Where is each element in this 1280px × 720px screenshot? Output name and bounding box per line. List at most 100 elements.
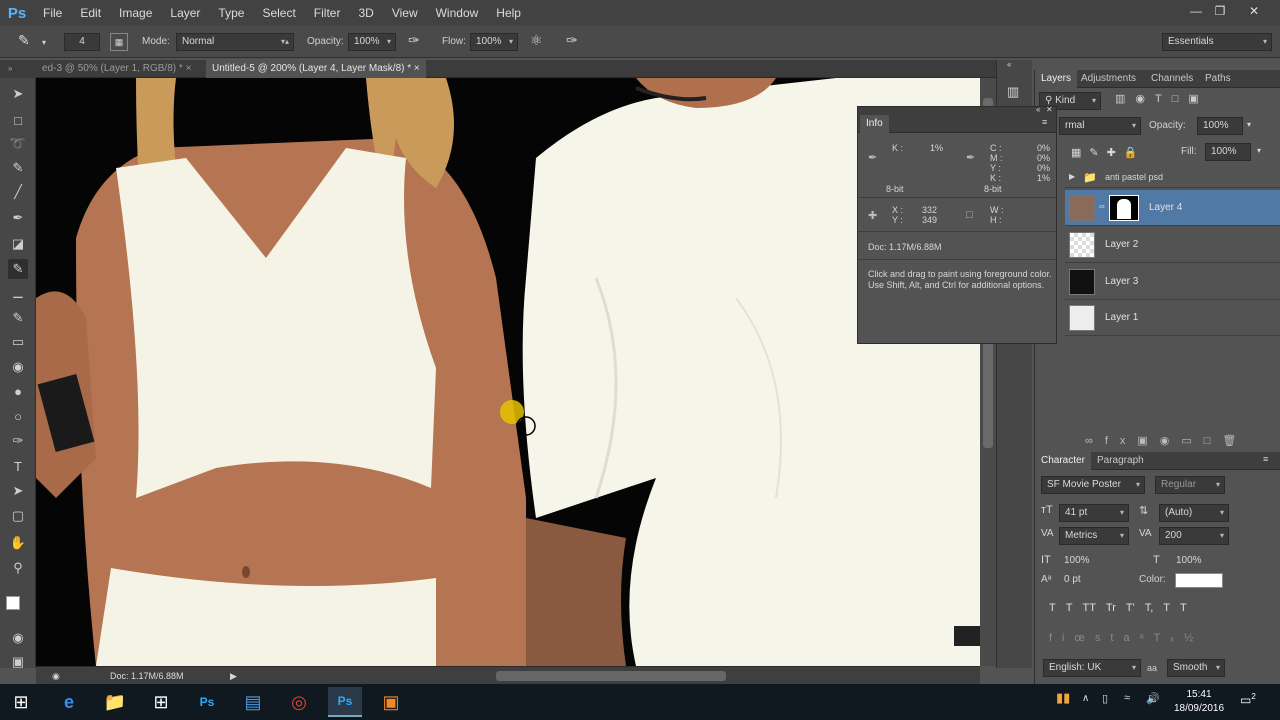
type-style-button[interactable]: Tr (1106, 602, 1116, 614)
brush-size-picker[interactable]: 4 (64, 33, 100, 51)
restore-icon[interactable]: ❐ (1206, 0, 1234, 22)
quick-select-tool-icon[interactable]: ✎ (8, 158, 28, 178)
expand-arrow-icon[interactable]: ▶ (1069, 172, 1075, 181)
type-style-button[interactable]: T (1049, 602, 1056, 614)
panel-menu-icon[interactable]: ≡ (1042, 117, 1047, 127)
quick-mask-icon[interactable]: ◉ (8, 628, 28, 648)
photoshop-active-icon[interactable]: Ps (328, 687, 362, 717)
tab-channels[interactable]: Channels (1151, 70, 1193, 88)
brush-panel-icon[interactable]: ▦ (110, 33, 128, 51)
horizontal-scale-field[interactable]: 100% (1171, 553, 1221, 571)
volume-icon[interactable]: 🔊 (1146, 692, 1160, 705)
fill-field[interactable]: 100% (1205, 143, 1251, 161)
history-brush-tool-icon[interactable]: ✎ (8, 308, 28, 328)
paint-bucket-tool-icon[interactable]: ◉ (8, 357, 28, 377)
flow-field[interactable]: 100% ▾ (470, 33, 518, 51)
panel-collapse-icon[interactable]: » (0, 60, 36, 78)
layer-row-1[interactable]: Layer 1 (1065, 300, 1280, 336)
history-panel-icon[interactable]: ▥ (1007, 84, 1019, 100)
font-style-select[interactable]: Regular ▾ (1155, 476, 1225, 494)
path-selection-tool-icon[interactable]: ➤ (8, 481, 28, 501)
notification-app-icon[interactable]: ▮▮ (1056, 690, 1070, 706)
menu-item-window[interactable]: Window (427, 0, 488, 26)
workspace-select[interactable]: Essentials ▾ (1162, 33, 1272, 51)
mode-select[interactable]: Normal ▾▴ (176, 33, 294, 51)
move-tool-icon[interactable]: ➤ (8, 84, 28, 104)
link-icon[interactable]: ∞ (1099, 202, 1105, 211)
panel-menu-icon[interactable]: ≡ (1263, 454, 1268, 464)
type-style-button[interactable]: T, (1145, 602, 1154, 614)
layer-row-4[interactable]: ∞ Layer 4 (1065, 190, 1280, 226)
clone-stamp-tool-icon[interactable]: ⚊ (8, 284, 28, 304)
clock[interactable]: 15:41 18/09/2016 (1168, 688, 1230, 716)
font-family-select[interactable]: SF Movie Poster ▾ (1041, 476, 1145, 494)
vertical-scale-field[interactable]: 100% (1059, 553, 1109, 571)
lock-icons[interactable]: ▦✎✚🔒 (1071, 146, 1146, 159)
text-color-swatch[interactable] (1175, 573, 1223, 588)
pen-tool-icon[interactable]: ✑ (8, 431, 28, 451)
edge-browser-icon[interactable]: e (52, 687, 86, 717)
status-menu-arrow-icon[interactable]: ▶ (230, 667, 237, 685)
layer-mask-thumbnail[interactable] (1109, 195, 1139, 221)
menu-item-layer[interactable]: Layer (161, 0, 209, 26)
opacity-field[interactable]: 100% ▾ (348, 33, 396, 51)
menu-item-select[interactable]: Select (253, 0, 304, 26)
language-select[interactable]: English: UK ▾ (1043, 659, 1141, 677)
eyedropper-tool-icon[interactable]: ✒ (8, 208, 28, 228)
blend-mode-select[interactable]: rmal ▾ (1059, 117, 1141, 135)
action-center-icon[interactable]: ▭2 (1240, 692, 1256, 707)
marquee-tool-icon[interactable]: □ (8, 110, 28, 130)
close-icon[interactable]: ✕ (1046, 105, 1053, 114)
close-icon[interactable]: × (414, 63, 420, 74)
tab-adjustments[interactable]: Adjustments (1081, 70, 1136, 88)
tab-document-2[interactable]: Untitled-5 @ 200% (Layer 4, Layer Mask/8… (206, 60, 426, 78)
type-style-button[interactable]: TT (1082, 602, 1095, 614)
menu-item-image[interactable]: Image (110, 0, 161, 26)
dodge-tool-icon[interactable]: ○ (8, 406, 28, 426)
menu-item-type[interactable]: Type (209, 0, 253, 26)
menu-item-3d[interactable]: 3D (349, 0, 382, 26)
brush-tool-icon[interactable]: ✎ (18, 32, 30, 49)
pressure-size-icon[interactable]: ✑ (566, 32, 578, 49)
font-size-field[interactable]: 41 pt ▾ (1059, 504, 1129, 522)
chevron-down-icon[interactable]: ▾ (42, 38, 46, 47)
chevron-down-icon[interactable]: ▾ (1257, 146, 1261, 155)
layer-filter-icons[interactable]: ▥◉T□▣ (1115, 92, 1209, 105)
tab-paragraph[interactable]: Paragraph (1097, 452, 1144, 470)
media-app-icon[interactable]: ▣ (374, 687, 408, 717)
lasso-tool-icon[interactable]: ➰ (8, 134, 28, 154)
layer-row-2[interactable]: Layer 2 (1065, 227, 1280, 263)
tab-character[interactable]: Character (1035, 452, 1091, 470)
tab-paths[interactable]: Paths (1205, 70, 1231, 88)
menu-item-file[interactable]: File (34, 0, 71, 26)
layer-opacity-field[interactable]: 100% (1197, 117, 1243, 135)
menu-item-filter[interactable]: Filter (305, 0, 350, 26)
healing-brush-tool-icon[interactable]: ◪ (8, 234, 28, 254)
airbrush-icon[interactable]: ⚛ (530, 32, 543, 49)
leading-field[interactable]: (Auto) ▾ (1159, 504, 1229, 522)
antialias-select[interactable]: Smooth ▾ (1167, 659, 1225, 677)
photoshop-taskbar-icon[interactable]: Ps (190, 687, 224, 717)
kerning-select[interactable]: Metrics ▾ (1059, 527, 1129, 545)
pressure-opacity-icon[interactable]: ✑ (408, 32, 420, 49)
hand-tool-icon[interactable]: ✋ (8, 533, 28, 553)
wifi-icon[interactable]: ≈ (1124, 692, 1130, 704)
type-style-button[interactable]: T' (1126, 602, 1135, 614)
chrome-icon[interactable]: ◎ (282, 687, 316, 717)
menu-item-view[interactable]: View (383, 0, 427, 26)
battery-icon[interactable]: ▯ (1102, 692, 1108, 705)
layer-group-row[interactable]: ▶ 📁 anti pastel psd (1065, 168, 1280, 188)
panel-collapse-icon[interactable]: « (1007, 60, 1011, 69)
tab-document-1[interactable]: ed-3 @ 50% (Layer 1, RGB/8) * × (36, 60, 197, 78)
windows-start-icon[interactable]: ⊞ (4, 687, 38, 717)
tab-info[interactable]: Info (860, 115, 889, 133)
zoom-tool-icon[interactable]: ⚲ (8, 558, 28, 578)
screen-mode-icon[interactable]: ▣ (8, 652, 28, 672)
menu-item-help[interactable]: Help (487, 0, 530, 26)
menu-item-edit[interactable]: Edit (71, 0, 110, 26)
type-style-button[interactable]: T (1066, 602, 1073, 614)
crop-tool-icon[interactable]: ╱ (8, 182, 28, 202)
type-style-button[interactable]: T (1180, 602, 1187, 614)
zoom-status-icon[interactable]: ◉ (52, 667, 60, 685)
file-explorer-icon[interactable]: 📁 (98, 687, 132, 717)
